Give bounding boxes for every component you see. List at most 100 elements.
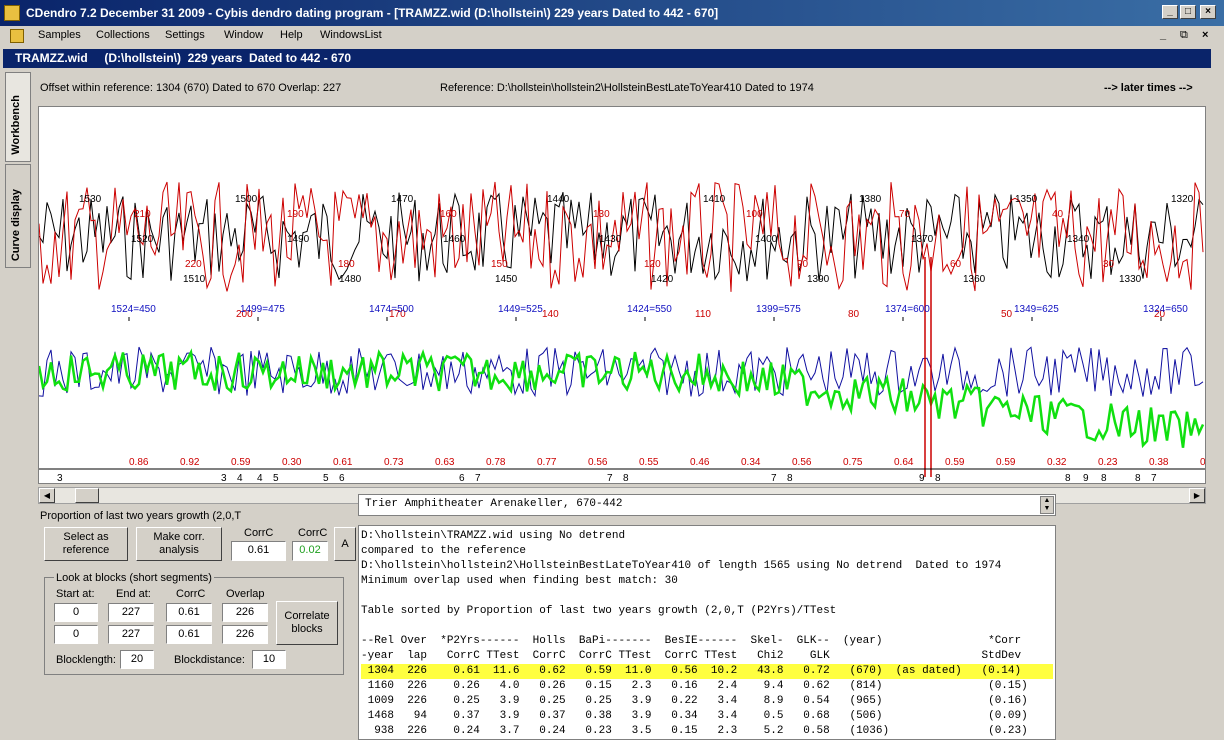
- corr-value: 0.23: [1098, 457, 1118, 468]
- menu-collections[interactable]: Collections: [96, 29, 150, 41]
- analysis-side-button[interactable]: A: [334, 527, 356, 561]
- corr-value: 0.64: [894, 457, 914, 468]
- black-label: 1520: [131, 234, 154, 245]
- window-title: CDendro 7.2 December 31 2009 - Cybis den…: [26, 6, 719, 20]
- black-label: 1400: [755, 234, 778, 245]
- corr-value: 0.59: [945, 457, 965, 468]
- menu-bar: Samples Collections Settings Window Help…: [0, 26, 1224, 46]
- black-label: 1330: [1119, 274, 1142, 285]
- result-line-5: Table sorted by Proportion of last two y…: [361, 605, 837, 617]
- corr-value: 0.59: [996, 457, 1016, 468]
- black-label: 1470: [391, 194, 414, 205]
- end-at-input-1[interactable]: 227: [108, 603, 154, 622]
- menu-samples[interactable]: Samples: [38, 29, 81, 41]
- results-text[interactable]: D:\hollstein\TRAMZZ.wid using No detrend…: [358, 525, 1056, 740]
- corr-value: 0.56: [588, 457, 608, 468]
- red-label: 100: [746, 209, 763, 220]
- red-label: 190: [287, 209, 304, 220]
- minimize-button[interactable]: _: [1162, 5, 1178, 19]
- black-label: 1460: [443, 234, 466, 245]
- make-corr-analysis-button[interactable]: Make corr. analysis: [136, 527, 222, 561]
- corr-value: 0.55: [639, 457, 659, 468]
- red-label: 110: [695, 309, 711, 320]
- axis-number: 8: [935, 473, 941, 483]
- document-icon[interactable]: [10, 29, 24, 43]
- blue-position-label: 1474=500: [369, 304, 414, 315]
- curve-plot[interactable]: 1530 1520 1510 1500 1490 1480 1470 1460 1450 1440…: [37, 106, 1217, 484]
- axis-number: 8: [787, 473, 793, 483]
- corrc-label-2: CorrC: [298, 527, 328, 539]
- close-button[interactable]: ×: [1200, 5, 1216, 19]
- black-label: 1360: [963, 274, 986, 285]
- block-corrc-1: 0.61: [166, 603, 212, 622]
- table-row[interactable]: 1468 94 0.37 3.9 0.37 0.38 3.9 0.34 3.4 …: [361, 709, 1053, 724]
- end-at-input-2[interactable]: 227: [108, 625, 154, 644]
- corr-value: 0.63: [435, 457, 455, 468]
- corrc-value-2: 0.02: [292, 541, 328, 561]
- mdi-restore-button[interactable]: ⧉: [1180, 29, 1188, 42]
- menu-windowslist[interactable]: WindowsList: [320, 29, 382, 41]
- corr-value: 0.73: [384, 457, 404, 468]
- select-as-reference-button[interactable]: Select as reference: [44, 527, 128, 561]
- table-row[interactable]: 938 226 0.24 3.7 0.24 0.23 3.5 0.15 2.3 …: [361, 724, 1053, 739]
- axis-number: 7: [771, 473, 777, 483]
- axis-number: 8: [623, 473, 629, 483]
- menu-window[interactable]: Window: [224, 29, 263, 41]
- red-label: 30: [1103, 259, 1115, 270]
- mdi-minimize-button[interactable]: _: [1160, 29, 1166, 41]
- menu-help[interactable]: Help: [280, 29, 303, 41]
- table-row-highlighted[interactable]: 1304 226 0.61 11.6 0.62 0.59 11.0 0.56 1…: [361, 664, 1053, 679]
- sample-header-field[interactable]: Trier Amphitheater Arenakeller, 670-442: [358, 494, 1056, 516]
- red-label: 80: [848, 309, 860, 320]
- correlate-blocks-button[interactable]: Correlate blocks: [276, 601, 338, 645]
- tab-workbench[interactable]: Workbench: [5, 72, 31, 162]
- corr-value: 0.75: [843, 457, 863, 468]
- menu-settings[interactable]: Settings: [165, 29, 205, 41]
- scroll-thumb[interactable]: [75, 488, 99, 503]
- axis-number: 4: [257, 473, 263, 483]
- black-label: 1420: [651, 274, 674, 285]
- axis-number: 7: [475, 473, 481, 483]
- table-row[interactable]: 1009 226 0.25 3.9 0.25 0.25 3.9 0.22 3.4…: [361, 694, 1053, 709]
- black-label: 1500: [235, 194, 258, 205]
- mdi-close-button[interactable]: ×: [1202, 29, 1208, 41]
- block-overlap-2: 226: [222, 625, 268, 644]
- red-label: 60: [950, 259, 962, 270]
- black-label: 1440: [547, 194, 570, 205]
- axis-number: 7: [1151, 473, 1157, 483]
- later-times-link[interactable]: --> later times -->: [1104, 82, 1193, 94]
- start-at-input-2[interactable]: 0: [54, 625, 98, 644]
- blockdistance-label: Blockdistance:: [174, 654, 245, 666]
- offset-info: Offset within reference: 1304 (670) Date…: [40, 82, 342, 94]
- blockdistance-input[interactable]: 10: [252, 650, 286, 669]
- black-label: 1350: [1015, 194, 1038, 205]
- result-line-1: compared to the reference: [361, 545, 527, 557]
- blocks-group-label: Look at blocks (short segments): [54, 572, 214, 584]
- blue-position-label: 1424=550: [627, 304, 672, 315]
- scroll-right-button[interactable]: ▶: [1189, 488, 1205, 503]
- table-header-2: -year lap CorrC TTest CorrC CorrC TTest …: [361, 650, 1022, 662]
- blue-position-label: 1499=475: [240, 304, 285, 315]
- start-at-label: Start at:: [56, 588, 95, 600]
- scroll-left-button[interactable]: ◀: [39, 488, 55, 503]
- red-label: 40: [1052, 209, 1064, 220]
- corr-value: 0.77: [537, 457, 557, 468]
- table-row[interactable]: 1160 226 0.26 4.0 0.26 0.15 2.3 0.16 2.4…: [361, 679, 1053, 694]
- corr-value: 0.7: [1200, 457, 1205, 468]
- red-label: 130: [593, 209, 610, 220]
- corr-value: 0.59: [231, 457, 251, 468]
- red-label: 220: [185, 259, 202, 270]
- axis-number: 4: [237, 473, 243, 483]
- maximize-button[interactable]: □: [1180, 5, 1196, 19]
- corr-value: 0.32: [1047, 457, 1067, 468]
- header-spinner[interactable]: ▲ ▼: [1040, 496, 1054, 514]
- start-at-input-1[interactable]: 0: [54, 603, 98, 622]
- axis-number: 8: [1135, 473, 1141, 483]
- result-line-0: D:\hollstein\TRAMZZ.wid using No detrend: [361, 530, 626, 542]
- blue-position-label: 1324=650: [1143, 304, 1188, 315]
- axis-number: 7: [607, 473, 613, 483]
- blocklength-input[interactable]: 20: [120, 650, 154, 669]
- tab-curve-display[interactable]: Curve display: [5, 164, 31, 268]
- green-curve: [37, 348, 1205, 449]
- result-line-3: Minimum overlap used when finding best m…: [361, 575, 678, 587]
